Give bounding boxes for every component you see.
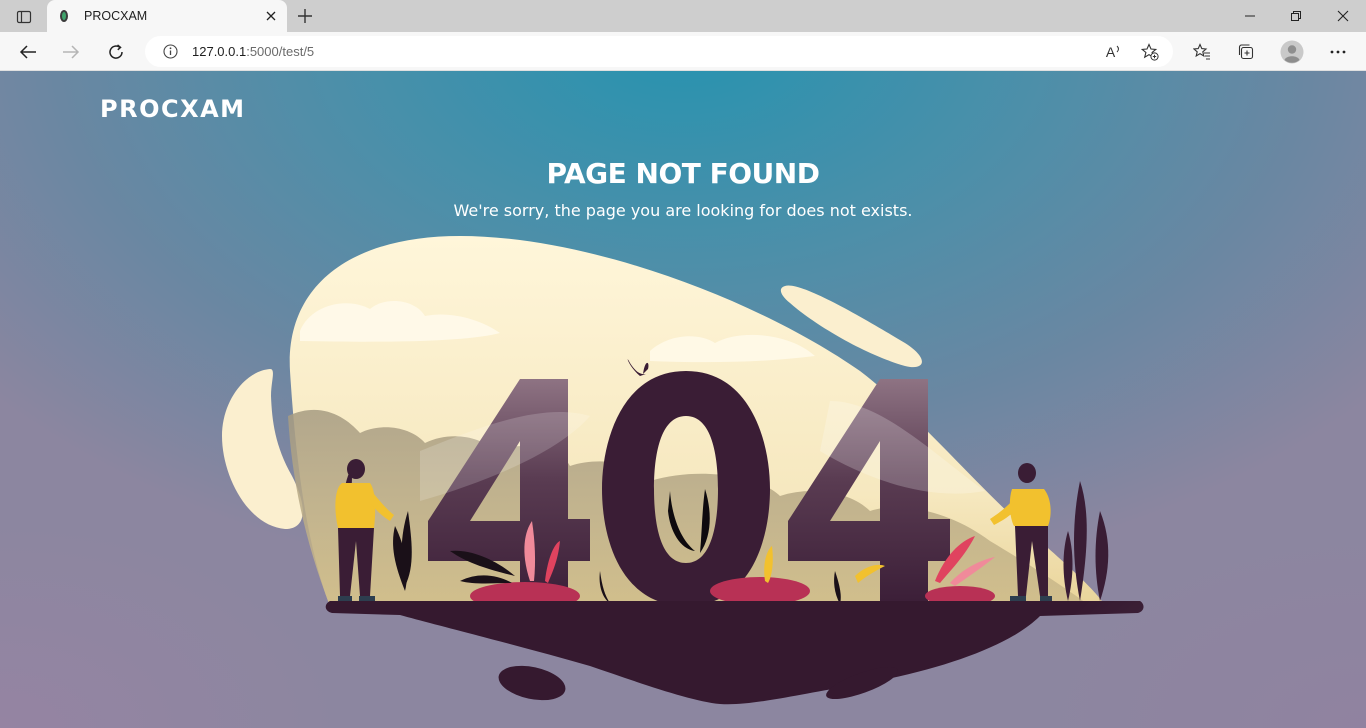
collections-icon [1238, 44, 1254, 60]
info-icon[interactable] [163, 44, 178, 59]
read-aloud-icon: A [1105, 44, 1116, 60]
new-tab-button[interactable] [294, 5, 316, 27]
close-window-icon [1337, 10, 1349, 22]
forward-button[interactable] [57, 38, 85, 66]
close-window-button[interactable] [1331, 4, 1355, 28]
back-button[interactable] [14, 38, 42, 66]
floating-rock-left [498, 665, 566, 701]
restore-icon [1291, 11, 1301, 21]
read-aloud-button[interactable]: A [1103, 41, 1125, 63]
more-icon [1330, 50, 1346, 54]
ground-island [325, 601, 1144, 705]
tab-favicon-icon [59, 9, 69, 23]
tab-actions-menu-button[interactable] [10, 6, 38, 28]
close-tab-button[interactable] [263, 8, 279, 24]
url-path: :5000/test/5 [246, 44, 315, 59]
browser-toolbar: 127.0.0.1:5000/test/5 A [0, 32, 1366, 71]
star-add-icon [1141, 43, 1159, 61]
settings-menu-button[interactable] [1324, 38, 1352, 66]
forward-arrow-icon [63, 45, 80, 59]
browser-tab[interactable]: PROCXAM [47, 0, 287, 32]
page-content: PROCXAM PAGE NOT FOUND We're sorry, the … [0, 71, 1366, 728]
refresh-icon [109, 44, 123, 59]
add-favorite-button[interactable] [1139, 41, 1161, 63]
read-aloud-waves-icon [1116, 45, 1120, 53]
tab-title: PROCXAM [84, 9, 148, 23]
tab-actions-icon [16, 10, 32, 24]
profile-button[interactable] [1278, 38, 1306, 66]
url-text[interactable]: 127.0.0.1:5000/test/5 [192, 44, 314, 59]
back-arrow-icon [19, 45, 36, 59]
collections-button[interactable] [1232, 38, 1260, 66]
site-logo[interactable]: PROCXAM [100, 95, 246, 123]
plus-icon [298, 9, 312, 23]
avatar-icon [1280, 40, 1304, 64]
address-bar[interactable]: 127.0.0.1:5000/test/5 A [145, 36, 1173, 67]
favorites-button[interactable] [1188, 38, 1216, 66]
restore-button[interactable] [1284, 4, 1308, 28]
minimize-button[interactable] [1238, 4, 1262, 28]
tab-strip: PROCXAM [0, 0, 1366, 32]
left-blob [222, 369, 303, 529]
page-title: PAGE NOT FOUND [546, 157, 820, 190]
favorites-icon [1193, 43, 1210, 60]
url-host: 127.0.0.1 [192, 44, 247, 59]
close-icon [266, 11, 276, 21]
refresh-button[interactable] [102, 38, 130, 66]
page-subtitle: We're sorry, the page you are looking fo… [453, 201, 913, 220]
minimize-icon [1245, 15, 1255, 17]
